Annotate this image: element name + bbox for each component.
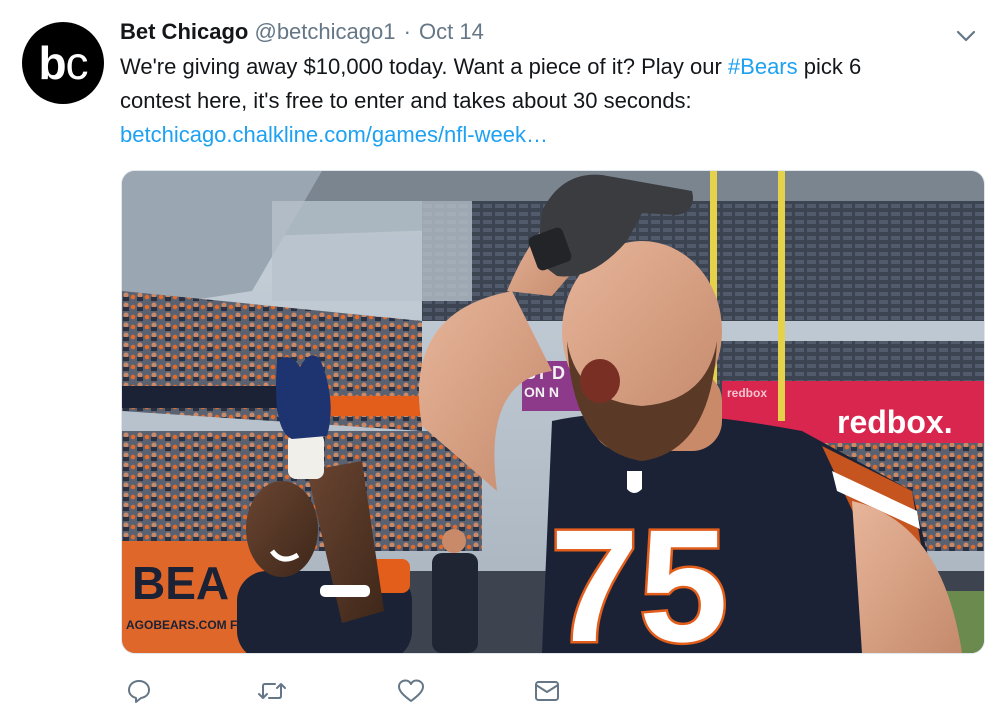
redbox-banner-small: redbox [727, 386, 767, 400]
hashtag-link[interactable]: #Bears [728, 54, 798, 79]
tweet-url-link[interactable]: betchicago.chalkline.com/games/nfl-week… [120, 118, 970, 152]
avatar-logo: bc [38, 37, 88, 89]
wall-url-text: AGOBEARS.COM F [126, 618, 237, 632]
wall-bears-text: BEA [132, 557, 229, 609]
chevron-down-icon[interactable] [954, 24, 978, 48]
envelope-icon[interactable] [530, 674, 564, 708]
photo-illustration: ST D ON N redbox. redbox BEA AGOBEARS.CO… [122, 171, 984, 653]
tweet-date[interactable]: Oct 14 [419, 19, 484, 44]
reply-icon[interactable] [122, 674, 156, 708]
tweet-text-line-1: We're giving away $10,000 today. Want a … [120, 54, 862, 79]
heart-icon[interactable] [394, 674, 428, 708]
tweet: bc Bet Chicago @betchicago1 · Oct 14 We'… [0, 0, 1002, 720]
tweet-header: Bet Chicago @betchicago1 · Oct 14 [120, 18, 484, 46]
jersey-number: 75 [550, 496, 728, 653]
display-name[interactable]: Bet Chicago [120, 19, 248, 44]
tweet-text-line-2: contest here, it's free to enter and tak… [120, 88, 692, 113]
tweet-actions [0, 674, 1002, 708]
retweet-icon[interactable] [255, 674, 289, 708]
tweet-text: We're giving away $10,000 today. Want a … [120, 50, 970, 152]
tweet-media-photo[interactable]: ST D ON N redbox. redbox BEA AGOBEARS.CO… [121, 170, 985, 654]
separator-dot: · [403, 19, 411, 44]
redbox-banner: redbox. [837, 404, 953, 440]
ribbon-text-2: ON N [524, 384, 559, 400]
avatar[interactable]: bc [22, 22, 104, 104]
user-handle[interactable]: @betchicago1 [254, 19, 395, 44]
